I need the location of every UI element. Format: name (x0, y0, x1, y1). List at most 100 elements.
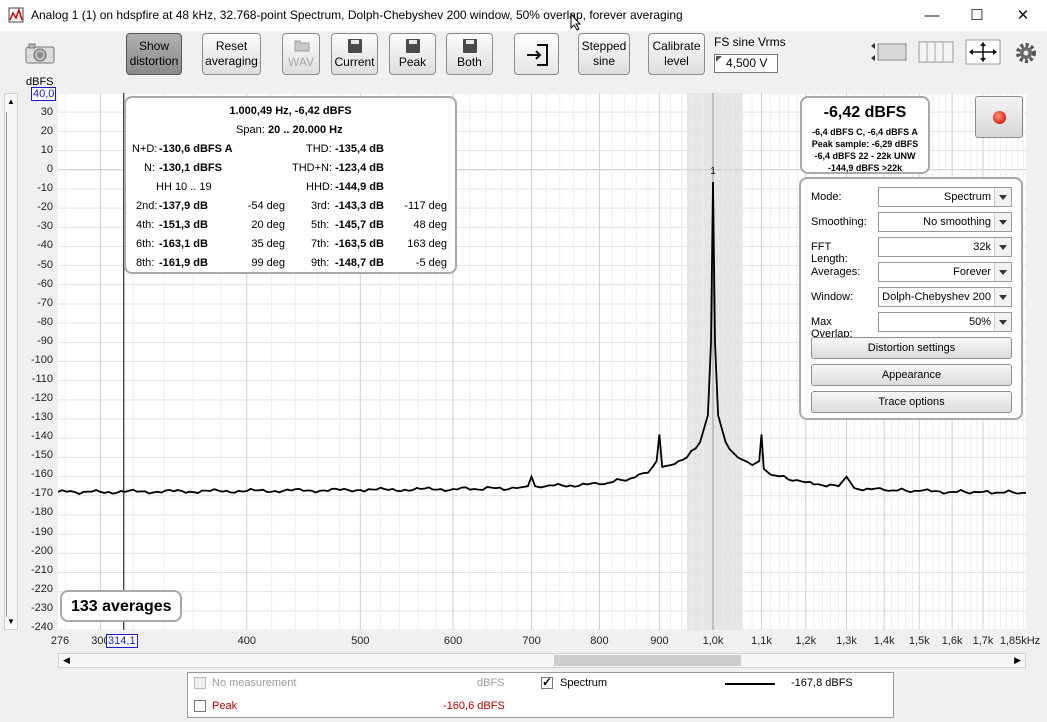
control-label: Averages: (811, 266, 861, 278)
horizontal-scrollbar[interactable]: ◀ ▶ (58, 653, 1026, 668)
x-tick-label: 1,4k (873, 635, 895, 647)
y-tick-label: -190 (30, 525, 53, 538)
harmonic-l1: 6th: (136, 238, 155, 250)
horizontal-scroll-thumb[interactable] (554, 655, 741, 666)
columns-icon[interactable] (918, 41, 954, 63)
scroll-left-icon[interactable]: ◀ (63, 655, 70, 666)
record-button[interactable] (975, 96, 1023, 138)
save-current-label: Current (334, 55, 375, 69)
save-both-button[interactable]: Both (446, 33, 493, 75)
scroll-up-icon[interactable]: ▲ (7, 97, 15, 106)
x-tick-label: 400 (237, 635, 256, 647)
n-value: -130,1 dBFS (159, 162, 222, 174)
control-select[interactable]: 32k (878, 237, 1012, 257)
y-tick-label: -210 (30, 563, 53, 576)
x-cursor-input[interactable]: 314,1 (106, 634, 138, 648)
harmonic-v1: -163,1 dB (159, 238, 208, 250)
fs-sine-input[interactable]: 4,500 V (714, 54, 778, 73)
y-top-input[interactable]: 40,0 (31, 87, 57, 101)
y-tick-label: -180 (30, 506, 53, 519)
y-tick-label: 10 (40, 144, 53, 157)
scroll-thumb[interactable] (6, 112, 17, 617)
folder-icon (294, 40, 310, 52)
y-tick-label: -70 (37, 296, 53, 309)
chevron-down-icon[interactable] (994, 188, 1011, 206)
no-measurement-unit: dBFS (477, 677, 505, 689)
y-tick-label: -200 (30, 544, 53, 557)
control-select[interactable]: Spectrum (878, 187, 1012, 207)
control-value: Forever (953, 266, 991, 278)
control-label: Smoothing: (811, 216, 867, 228)
harmonic-l2: 5th: (311, 219, 330, 231)
control-select[interactable]: Forever (878, 262, 1012, 282)
chevron-down-icon[interactable] (994, 288, 1011, 306)
no-measurement-label: No measurement (212, 677, 297, 689)
y-tick-label: -60 (37, 277, 53, 290)
distortion-panel: 1.000,49 Hz, -6,42 dBFS Span: 20 .. 20.0… (124, 96, 457, 274)
y-tick-label: -160 (30, 468, 53, 481)
distortion-settings-button[interactable]: Distortion settings (811, 337, 1012, 359)
x-tick-label: 1,7k (972, 635, 994, 647)
x-tick-label: 1,1k (751, 635, 772, 647)
y-tick-label: -170 (30, 487, 53, 500)
y-tick-label: -120 (30, 392, 53, 405)
harmonic-l2: 7th: (311, 238, 330, 250)
harmonic-v2: -163,5 dB (335, 238, 384, 250)
minimize-button[interactable]: — (909, 0, 955, 31)
save-peak-button[interactable]: Peak (389, 33, 436, 75)
harmonic-d1: 99 deg (251, 257, 285, 269)
y-tick-label: -80 (37, 315, 53, 328)
control-select[interactable]: No smoothing (878, 212, 1012, 232)
level-line-2: Peak sample: -6,29 dBFS (811, 139, 919, 149)
spectrum-checkbox[interactable] (541, 675, 553, 689)
chevron-down-icon[interactable] (994, 313, 1011, 331)
gear-icon[interactable] (1014, 41, 1038, 65)
calibrate-level-button[interactable]: Calibrate level (648, 33, 705, 75)
camera-icon[interactable] (24, 41, 56, 65)
x-tick-label: 1,5k (908, 635, 930, 647)
harmonic-l2: 3rd: (311, 200, 330, 212)
peak-label: Peak (212, 700, 238, 712)
controls-panel: Mode: Spectrum Smoothing: No smoothing FFT L… (799, 177, 1023, 420)
no-measurement-checkbox[interactable] (194, 677, 206, 689)
x-tick-label: 500 (351, 635, 370, 647)
y-tick-label: -20 (37, 201, 53, 214)
nd-value: -130,6 dBFS A (159, 143, 233, 155)
y-tick-label: -230 (30, 601, 53, 614)
y-tick-label: -220 (30, 582, 53, 595)
harmonic-l2: 9th: (311, 257, 330, 269)
harmonic-v1: -151,3 dB (159, 219, 208, 231)
save-current-button[interactable]: Current (331, 33, 378, 75)
import-button[interactable] (514, 33, 559, 75)
layout-icon[interactable] (870, 41, 908, 63)
control-label: Window: (811, 291, 854, 303)
chevron-down-icon[interactable] (994, 263, 1011, 281)
scroll-down-icon[interactable]: ▼ (7, 617, 15, 626)
maximize-button[interactable]: ☐ (954, 0, 1000, 31)
wav-button[interactable]: WAV (282, 33, 320, 75)
reset-averaging-button[interactable]: Reset averaging (202, 33, 261, 75)
vertical-scrollbar[interactable]: ▲ ▼ (4, 93, 18, 630)
harmonic-d2: -117 deg (404, 200, 447, 212)
chevron-down-icon[interactable] (994, 213, 1011, 231)
control-select[interactable]: Dolph-Chebyshev 200 (878, 287, 1012, 307)
chevron-down-icon[interactable] (994, 238, 1011, 256)
trace-options-button[interactable]: Trace options (811, 391, 1012, 413)
save-both-label: Both (457, 55, 482, 69)
stepped-sine-button[interactable]: Stepped sine (578, 33, 630, 75)
harmonic-v1: -161,9 dB (159, 257, 208, 269)
y-tick-label: -10 (37, 182, 53, 195)
appearance-button[interactable]: Appearance (811, 364, 1012, 386)
harmonic-d2: -5 deg (415, 257, 447, 269)
move-icon[interactable] (965, 39, 1001, 65)
show-distortion-button[interactable]: Show distortion (126, 33, 182, 75)
scroll-right-icon[interactable]: ▶ (1014, 655, 1021, 666)
level-panel: -6,42 dBFS -6,4 dBFS C, -6,4 dBFS A Peak… (800, 96, 930, 174)
control-select[interactable]: 50% (878, 312, 1012, 332)
harmonic-v2: -145,7 dB (335, 219, 384, 231)
close-button[interactable]: ✕ (1000, 0, 1046, 31)
peak-checkbox[interactable] (194, 700, 206, 712)
disk-icon (462, 39, 477, 53)
title-bar: Analog 1 (1) on hdspfire at 48 kHz, 32.7… (0, 0, 1047, 31)
peak-value: -160,6 dBFS (443, 700, 505, 712)
